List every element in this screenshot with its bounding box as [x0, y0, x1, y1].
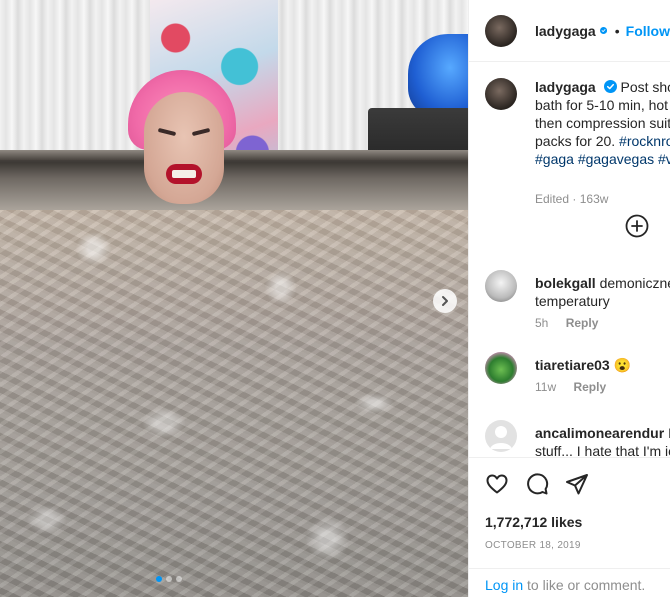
reply-button[interactable]: Reply: [573, 380, 606, 394]
comment-username[interactable]: tiaretiare03: [535, 357, 610, 373]
avatar[interactable]: [485, 420, 517, 452]
verified-badge-icon: [603, 80, 617, 93]
like-button[interactable]: [485, 472, 509, 496]
hashtag-link[interactable]: #rocknro: [619, 133, 670, 149]
comment-text: bolekgall demoniczne temperatury: [535, 274, 670, 310]
load-more-comments-button[interactable]: [625, 214, 649, 238]
share-button[interactable]: [565, 472, 589, 496]
comment-item: bolekgall demoniczne temperatury 5h Repl…: [485, 270, 670, 330]
plus-circle-icon: [625, 214, 649, 238]
face: [144, 92, 224, 204]
person-head: [128, 70, 236, 220]
paper-plane-icon: [566, 474, 588, 495]
comment-text: tiaretiare03 😮: [535, 356, 670, 374]
post-actions: 1,772,712 likes OCTOBER 18, 2019 Log in …: [469, 457, 670, 597]
post-date: OCTOBER 18, 2019: [485, 540, 581, 551]
caption-line: packs for 20.: [535, 133, 620, 149]
comment-body: 😮: [613, 357, 632, 373]
comment-body: temperatury: [535, 293, 610, 309]
reply-button[interactable]: Reply: [566, 316, 599, 330]
caption-username[interactable]: ladygaga: [535, 79, 596, 95]
verified-badge-icon: [599, 26, 607, 35]
carousel-dot: [156, 576, 162, 582]
follow-button[interactable]: Follow: [626, 23, 670, 39]
hashtag-link[interactable]: #gaga #gagavegas #vi: [535, 150, 670, 168]
comment-text: ancalimonearendur I stuff... I hate that…: [535, 424, 670, 456]
chevron-right-icon: [442, 296, 448, 306]
ice-bath: [0, 210, 468, 597]
meta-separator: ·: [572, 192, 577, 206]
comment-button[interactable]: [525, 472, 549, 496]
blue-hair-background: [408, 34, 468, 118]
comment-item: ancalimonearendur I stuff... I hate that…: [485, 420, 670, 456]
caption-line: bath for 5-10 min, hot: [535, 97, 669, 113]
comment-age[interactable]: 5h: [535, 316, 548, 330]
avatar[interactable]: [485, 270, 517, 302]
avatar[interactable]: [485, 352, 517, 384]
login-prompt: Log in to like or comment.: [469, 568, 670, 597]
comment-username[interactable]: bolekgall: [535, 275, 596, 291]
post-side-panel: ladygaga • Follow ladygaga Post show bat…: [468, 0, 670, 597]
action-buttons: [485, 472, 589, 496]
post-header: ladygaga • Follow: [469, 0, 670, 62]
header-separator: •: [614, 22, 620, 39]
caption-text: ladygaga Post show bath for 5-10 min, ho…: [535, 78, 670, 168]
comment-bubble-icon: [527, 473, 549, 495]
edited-label: Edited: [535, 192, 570, 206]
post-photo[interactable]: [0, 0, 468, 597]
comment-body: stuff... I hate that I'm ic: [535, 443, 670, 456]
likes-count[interactable]: 1,772,712 likes: [485, 514, 582, 530]
avatar[interactable]: [485, 78, 517, 110]
comment-age[interactable]: 11w: [535, 380, 556, 394]
carousel-next-button[interactable]: [433, 289, 457, 313]
comment-username[interactable]: ancalimonearendur: [535, 425, 664, 441]
caption-line: then compression suit: [535, 115, 670, 131]
comment-meta: 5h Reply: [535, 316, 598, 330]
eye-right: [191, 127, 211, 137]
carousel-indicator: [156, 576, 182, 582]
login-link[interactable]: Log in: [485, 577, 523, 593]
login-prompt-text: to like or comment.: [523, 577, 646, 593]
mouth: [166, 164, 202, 184]
comments-section[interactable]: ladygaga Post show bath for 5-10 min, ho…: [469, 62, 670, 456]
carousel-dot: [176, 576, 182, 582]
caption-line: Post show: [620, 79, 670, 95]
default-avatar-icon: [490, 426, 512, 449]
carousel-dot: [166, 576, 172, 582]
comment-meta: 11w Reply: [535, 380, 606, 394]
header-username[interactable]: ladygaga: [535, 23, 596, 39]
comment-body: demoniczne: [599, 275, 670, 291]
heart-icon: [486, 474, 508, 494]
caption-meta: Edited · 163w: [535, 192, 608, 206]
avatar[interactable]: [485, 14, 517, 47]
eye-left: [157, 127, 177, 137]
comment-item: tiaretiare03 😮 11w Reply: [485, 352, 670, 412]
caption-age[interactable]: 163w: [580, 192, 609, 206]
